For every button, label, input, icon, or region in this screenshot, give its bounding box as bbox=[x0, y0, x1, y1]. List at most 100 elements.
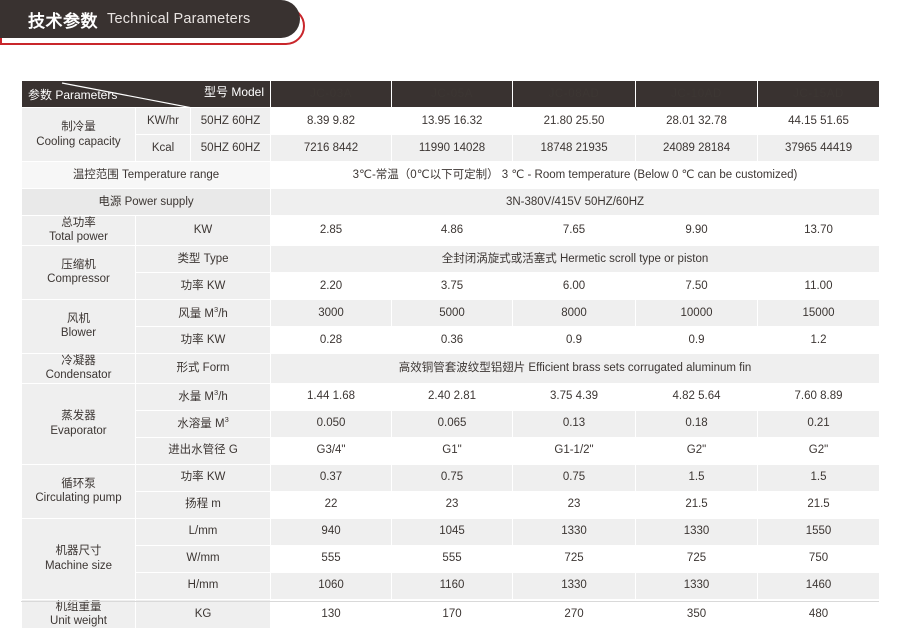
model-header-3: JC-08AD bbox=[512, 80, 637, 108]
header-parameters-label: 参数 Parameters bbox=[28, 88, 118, 102]
cell-value: 270 bbox=[512, 598, 637, 629]
group-label-en: Machine size bbox=[44, 559, 113, 572]
cell-value: 21.80 25.50 bbox=[512, 107, 637, 135]
banner-body: 技术参数 Technical Parameters bbox=[0, 0, 300, 38]
cell-value: 7.60 8.89 bbox=[757, 382, 881, 411]
cell-value: 1460 bbox=[757, 571, 881, 600]
table-row: 扬程 m 22 23 23 21.5 21.5 bbox=[22, 490, 881, 519]
page-title-en: Technical Parameters bbox=[107, 11, 251, 27]
row-value-span: 高效铜管套波纹型铝翅片 Efficient brass sets corruga… bbox=[270, 352, 881, 384]
row-unit-label: H/mm bbox=[134, 571, 272, 600]
cell-value: 750 bbox=[757, 544, 881, 573]
row-value-span: 全封闭涡旋式或活塞式 Hermetic scroll type or pisto… bbox=[270, 244, 881, 273]
cell-value: 13.70 bbox=[757, 215, 881, 246]
cell-value: 1330 bbox=[635, 517, 759, 546]
table-row: 总功率 Total power KW 2.85 4.86 7.65 9.90 13.70 bbox=[21, 215, 881, 246]
group-label-en: Blower bbox=[60, 327, 97, 340]
row-value-span: 3N-380V/415V 50HZ/60HZ bbox=[270, 188, 881, 216]
model-header-2: JC-05A bbox=[391, 80, 514, 108]
cell-value: 1045 bbox=[391, 517, 514, 546]
row-unit-label: 风量 M3/h bbox=[134, 298, 272, 327]
row-label-full: 温控范围 Temperature range bbox=[20, 161, 272, 189]
row-unit-label: 扬程 m bbox=[134, 490, 272, 519]
row-frequency-label: 50HZ 60HZ bbox=[189, 134, 272, 162]
table-row: 压缩机 Compressor 类型 Type 全封闭涡旋式或活塞式 Hermetic … bbox=[21, 244, 881, 300]
cell-value: 0.21 bbox=[757, 409, 881, 438]
cell-value: 7216 8442 bbox=[270, 134, 393, 162]
page-title-banner: 技术参数 Technical Parameters bbox=[0, 0, 320, 48]
cell-value: 1.5 bbox=[635, 463, 759, 492]
table-row: Kcal 50HZ 60HZ 7216 8442 11990 14028 18748 2… bbox=[22, 134, 881, 162]
cell-value: 1330 bbox=[512, 571, 637, 600]
table-row: 风机 Blower 风量 M3/h 3000 5000 8000 10000 15000 bbox=[21, 298, 881, 354]
cell-value: 350 bbox=[635, 598, 759, 629]
row-unit-label: 水量 M3/h bbox=[134, 382, 272, 411]
cell-value: 480 bbox=[757, 598, 881, 629]
cell-value: G2" bbox=[757, 436, 881, 465]
header-corner-cell: 型号 Model 参数 Parameters bbox=[20, 80, 272, 108]
row-group-label: 循环泵 Circulating pump bbox=[21, 463, 136, 519]
cell-value: G1" bbox=[391, 436, 514, 465]
model-header-4: JC-10AD bbox=[635, 80, 759, 108]
row-unit-label: KW bbox=[134, 215, 272, 246]
table-row: 电源 Power supply 3N-380V/415V 50HZ/60HZ bbox=[20, 188, 881, 216]
cell-value: 7.65 bbox=[512, 215, 637, 246]
table-row: 蒸发器 Evaporator 水量 M3/h 1.44 1.68 2.40 2.81 3.… bbox=[21, 382, 881, 465]
cell-value: 0.13 bbox=[512, 409, 637, 438]
row-unit-label: L/mm bbox=[134, 517, 272, 546]
cell-value: 18748 21935 bbox=[512, 134, 637, 162]
cell-value: G2" bbox=[635, 436, 759, 465]
group-label-cn: 风机 bbox=[67, 312, 90, 325]
cell-value: 8.39 9.82 bbox=[270, 107, 393, 135]
row-group-label: 蒸发器 Evaporator bbox=[21, 382, 136, 465]
table-row: 功率 KW 0.28 0.36 0.9 0.9 1.2 bbox=[22, 325, 881, 354]
row-unit-label: 功率 KW bbox=[134, 325, 272, 354]
row-unit-label: 类型 Type bbox=[134, 244, 272, 273]
cell-value: 0.9 bbox=[635, 325, 759, 354]
row-group-label: 冷凝器 Condensator bbox=[21, 352, 136, 384]
group-label-cn: 压缩机 bbox=[61, 258, 96, 271]
cell-value: 2.40 2.81 bbox=[391, 382, 514, 411]
cell-value: 6.00 bbox=[512, 271, 637, 300]
cell-value: 13.95 16.32 bbox=[391, 107, 514, 135]
cell-value: 1.2 bbox=[757, 325, 881, 354]
header-model-label: 型号 Model bbox=[203, 85, 265, 99]
cell-value: 4.86 bbox=[391, 215, 514, 246]
cell-value: 8000 bbox=[512, 298, 637, 327]
row-label-full: 电源 Power supply bbox=[20, 188, 272, 216]
cell-value: 22 bbox=[270, 490, 393, 519]
row-group-label: 制冷量 Cooling capacity bbox=[21, 107, 136, 162]
group-label-cn: 冷凝器 bbox=[61, 354, 96, 367]
group-label-en: Evaporator bbox=[50, 424, 107, 437]
model-header-1: JC-03A bbox=[270, 80, 393, 108]
cell-value: 23 bbox=[391, 490, 514, 519]
group-label-en: Circulating pump bbox=[35, 492, 122, 504]
row-frequency-label: 50HZ 60HZ bbox=[189, 107, 272, 135]
group-label-en: Total power bbox=[49, 231, 108, 244]
cell-value: 940 bbox=[270, 517, 393, 546]
row-group-label: 总功率 Total power bbox=[21, 215, 136, 246]
cell-value: 15000 bbox=[757, 298, 881, 327]
row-group-label: 风机 Blower bbox=[21, 298, 136, 354]
cell-value: 23 bbox=[512, 490, 637, 519]
cell-value: 21.5 bbox=[635, 490, 759, 519]
row-unit-label: 水溶量 M3 bbox=[134, 409, 272, 438]
group-label-cn: 机器尺寸 bbox=[55, 545, 102, 558]
cell-value: 0.9 bbox=[512, 325, 637, 354]
cell-value: 1060 bbox=[270, 571, 393, 600]
group-label-cn: 制冷量 bbox=[61, 121, 96, 134]
table-row: 机器尺寸 Machine size L/mm 940 1045 1330 1330 1550 bbox=[21, 517, 881, 600]
cell-value: 0.36 bbox=[391, 325, 514, 354]
cell-value: 725 bbox=[635, 544, 759, 573]
group-label-cn: 蒸发器 bbox=[61, 410, 96, 423]
cell-value: 1330 bbox=[635, 571, 759, 600]
cell-value: 130 bbox=[270, 598, 393, 629]
group-label-cn: 总功率 bbox=[61, 217, 96, 229]
cell-value: 10000 bbox=[635, 298, 759, 327]
cell-value: 0.050 bbox=[270, 409, 393, 438]
row-group-label: 机器尺寸 Machine size bbox=[21, 517, 136, 600]
row-unit-label: 功率 KW bbox=[134, 463, 272, 492]
table-row: 温控范围 Temperature range 3℃-常温（0℃以下可定制） 3 ℃… bbox=[20, 161, 881, 189]
group-label-en: Condensator bbox=[45, 369, 112, 382]
cell-value: 1.44 1.68 bbox=[270, 382, 393, 411]
